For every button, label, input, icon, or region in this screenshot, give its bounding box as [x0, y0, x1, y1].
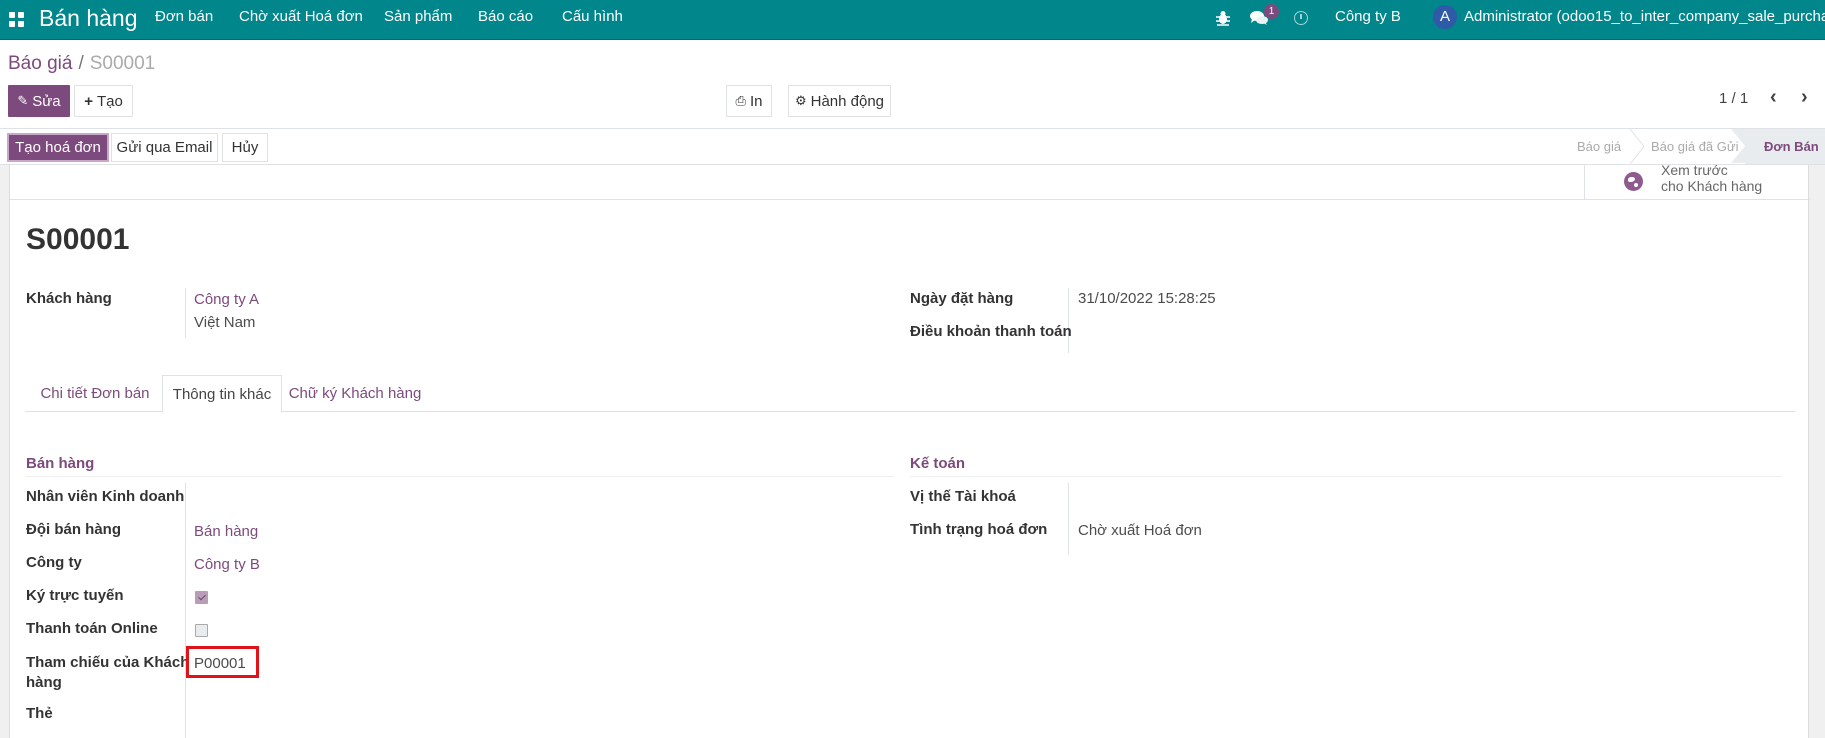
- cancel-button[interactable]: Hủy: [222, 133, 268, 162]
- stage-sales-order: Đơn Bán: [1764, 139, 1819, 154]
- user-avatar[interactable]: A: [1433, 5, 1457, 29]
- online-payment-label: Thanh toán Online: [26, 620, 158, 637]
- company-switcher[interactable]: Công ty B: [1335, 8, 1401, 25]
- action-button[interactable]: ⚙ Hành động: [788, 85, 891, 117]
- reference-highlight-box: [186, 646, 259, 678]
- invoice-status-value: Chờ xuất Hoá đơn: [1078, 522, 1202, 539]
- field-separator: [185, 483, 186, 738]
- sales-section-title: Bán hàng: [26, 455, 95, 472]
- tab-customer-signature[interactable]: Chữ ký Khách hàng: [285, 375, 425, 412]
- field-separator: [185, 288, 186, 338]
- breadcrumb-current: S00001: [89, 53, 156, 74]
- statusbar: Tạo hoá đơn Gửi qua Email Hủy Báo giá Bá…: [0, 128, 1825, 165]
- invoice-status-label: Tình trạng hoá đơn: [910, 521, 1048, 538]
- order-date-value: 31/10/2022 15:28:25: [1078, 290, 1216, 307]
- salesperson-label: Nhân viên Kinh doanh: [26, 488, 185, 505]
- form-sheet: Xem trước cho Khách hàng S00001 Khách hà…: [9, 162, 1810, 738]
- top-navbar: Bán hàng Đơn bán Chờ xuất Hoá đơn Sản ph…: [0, 0, 1825, 40]
- notebook-tabs: Chi tiết Đơn bán Thông tin khác Chữ ký K…: [25, 375, 1795, 413]
- customer-country: Việt Nam: [194, 314, 256, 331]
- section-divider: [26, 476, 894, 477]
- print-label: In: [749, 92, 763, 110]
- breadcrumb: Báo giá / S00001: [8, 53, 155, 75]
- customer-reference-label-line2: hàng: [26, 674, 62, 691]
- online-payment-checkbox[interactable]: [195, 624, 208, 637]
- menu-reporting[interactable]: Báo cáo: [478, 8, 533, 25]
- create-invoice-button[interactable]: Tạo hoá đơn: [7, 133, 109, 162]
- menu-configuration[interactable]: Cấu hình: [562, 8, 623, 25]
- order-date-label: Ngày đặt hàng: [910, 290, 1014, 307]
- stage-quotation: Báo giá: [1577, 139, 1622, 154]
- customer-label: Khách hàng: [26, 290, 112, 307]
- customer-preview-button[interactable]: Xem trước cho Khách hàng: [1584, 162, 1809, 200]
- breadcrumb-quotations-link[interactable]: Báo giá: [8, 53, 72, 74]
- stage-quotation-sent: Báo giá đã Gửi: [1651, 139, 1739, 154]
- globe-icon: [1624, 172, 1643, 191]
- accounting-section-title: Kế toán: [910, 455, 966, 472]
- field-separator: [1068, 483, 1069, 555]
- menu-products[interactable]: Sản phẩm: [384, 8, 452, 25]
- pager-value[interactable]: 1 / 1: [1719, 90, 1748, 107]
- gear-icon: ⚙: [794, 93, 807, 108]
- preview-line-2: cho Khách hàng: [1661, 178, 1763, 194]
- online-signature-checkbox[interactable]: [195, 591, 208, 604]
- tab-other-info[interactable]: Thông tin khác: [162, 375, 282, 413]
- printer-icon: ⎙: [735, 93, 746, 108]
- pager-previous-icon[interactable]: ‹: [1770, 86, 1777, 109]
- stage-separator: [1630, 129, 1644, 164]
- customer-reference-label-line1: Tham chiếu của Khách: [26, 654, 190, 671]
- company-label: Công ty: [26, 554, 82, 571]
- send-email-button[interactable]: Gửi qua Email: [111, 133, 218, 162]
- create-button[interactable]: + Tạo: [74, 85, 133, 117]
- company-link[interactable]: Công ty B: [194, 556, 260, 573]
- print-button[interactable]: ⎙ In: [726, 85, 772, 117]
- pencil-icon: ✎: [17, 93, 29, 108]
- customer-preview-label: Xem trước cho Khách hàng: [1661, 162, 1762, 194]
- payment-terms-label: Điều khoản thanh toán: [910, 323, 1072, 340]
- app-title[interactable]: Bán hàng: [39, 5, 137, 32]
- edit-label: Sửa: [32, 92, 61, 110]
- create-label: Tạo: [96, 92, 123, 110]
- messages-count-badge: 1: [1264, 4, 1279, 19]
- pager-next-icon[interactable]: ›: [1801, 86, 1808, 109]
- online-signature-label: Ký trực tuyến: [26, 587, 124, 604]
- tab-order-lines[interactable]: Chi tiết Đơn bán: [33, 375, 157, 412]
- preview-line-1: Xem trước: [1661, 162, 1728, 178]
- sales-team-link[interactable]: Bán hàng: [194, 523, 258, 540]
- menu-orders[interactable]: Đơn bán: [155, 8, 213, 25]
- record-title: S00001: [26, 223, 130, 256]
- sales-team-label: Đội bán hàng: [26, 521, 121, 538]
- customer-link[interactable]: Công ty A: [194, 291, 259, 308]
- field-separator: [1068, 288, 1069, 353]
- fiscal-position-label: Vị thế Tài khoá: [910, 488, 1016, 505]
- apps-menu-icon[interactable]: [9, 12, 24, 27]
- section-divider: [910, 476, 1782, 477]
- plus-icon: +: [84, 92, 93, 110]
- edit-button[interactable]: ✎ Sửa: [8, 85, 70, 117]
- debug-icon[interactable]: [1216, 10, 1230, 30]
- activity-clock-icon[interactable]: [1294, 11, 1308, 25]
- action-label: Hành động: [810, 92, 885, 110]
- customer-reference-label: Tham chiếu của Khách hàng: [26, 653, 189, 693]
- user-menu[interactable]: Administrator (odoo15_to_inter_company_s…: [1464, 8, 1825, 25]
- breadcrumb-separator: /: [78, 53, 84, 74]
- menu-to-invoice[interactable]: Chờ xuất Hoá đơn: [239, 8, 363, 25]
- smart-button-box: Xem trước cho Khách hàng: [10, 162, 1810, 200]
- tags-label: Thẻ: [26, 705, 53, 722]
